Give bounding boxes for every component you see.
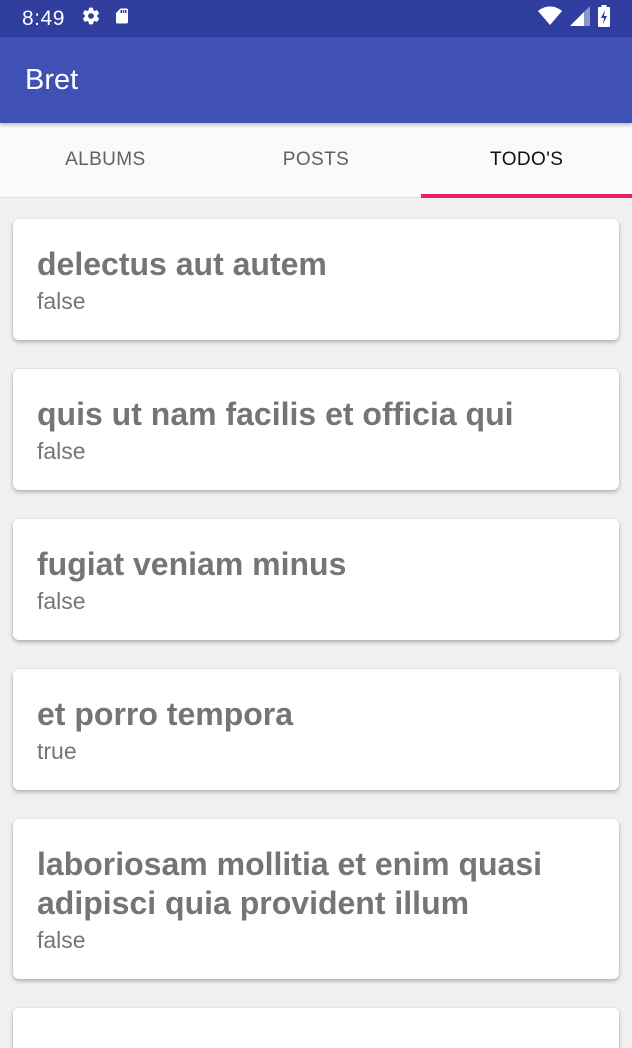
status-left-icons <box>81 6 131 31</box>
wifi-icon <box>538 6 562 31</box>
todo-completed-status: true <box>37 738 77 764</box>
todo-title: et porro tempora <box>37 696 294 732</box>
todo-card[interactable]: quis ut nam facilis et officia qui false <box>13 369 619 490</box>
app-bar: Bret <box>0 37 632 123</box>
todo-completed-status: false <box>37 927 86 953</box>
app-title: Bret <box>25 63 79 96</box>
todo-completed-status: false <box>37 588 86 614</box>
todo-card-partial[interactable] <box>13 1008 619 1048</box>
todo-card[interactable]: et porro tempora true <box>13 669 619 790</box>
tab-albums[interactable]: ALBUMS <box>0 123 211 197</box>
todo-title: quis ut nam facilis et officia qui <box>37 396 514 432</box>
todo-title: fugiat veniam minus <box>37 546 347 582</box>
sd-card-icon <box>113 6 131 31</box>
tab-bar: ALBUMS POSTS TODO'S <box>0 123 632 198</box>
todo-card[interactable]: laboriosam mollitia et enim quasi adipis… <box>13 819 619 979</box>
battery-icon <box>598 5 610 32</box>
todo-completed-status: false <box>37 288 86 314</box>
tab-posts[interactable]: POSTS <box>211 123 422 197</box>
signal-icon <box>570 6 590 31</box>
todo-title: laboriosam mollitia et enim quasi adipis… <box>37 846 543 921</box>
todo-card[interactable]: delectus aut autem false <box>13 219 619 340</box>
todo-list[interactable]: delectus aut autem false quis ut nam fac… <box>0 199 632 1048</box>
status-time: 8:49 <box>22 6 65 30</box>
todo-completed-status: false <box>37 438 86 464</box>
todo-title: delectus aut autem <box>37 246 327 282</box>
tab-todos[interactable]: TODO'S <box>421 123 632 198</box>
todo-card[interactable]: fugiat veniam minus false <box>13 519 619 640</box>
status-bar: 8:49 <box>0 0 632 37</box>
gear-icon <box>81 6 101 31</box>
status-right-icons <box>538 5 610 32</box>
